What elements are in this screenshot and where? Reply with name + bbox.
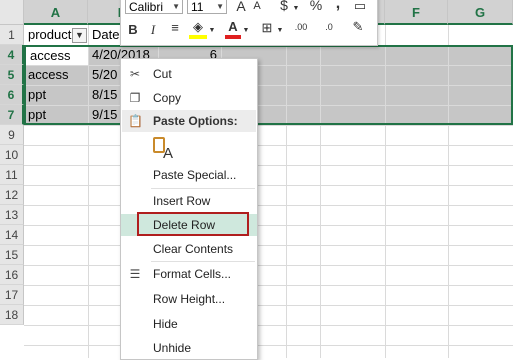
italic-button[interactable]: I [147,22,159,38]
menu-separator [151,261,255,262]
row-header-6[interactable]: 6 [0,85,24,105]
merge-center-icon[interactable]: ▭ [351,0,369,14]
gridline [24,145,513,146]
delete-row-highlight-box [137,212,249,236]
gridline [24,345,513,346]
chevron-down-icon: ▼ [172,2,180,11]
grow-font-button[interactable]: A [233,0,249,14]
menu-item-unhide[interactable]: Unhide [121,337,257,359]
row-header-18[interactable]: 18 [0,305,24,325]
comma-button[interactable]: , [331,0,345,13]
row-header-15[interactable]: 15 [0,245,24,265]
bold-button[interactable]: B [127,22,139,37]
select-all-corner[interactable] [0,0,24,25]
menu-separator [151,188,255,189]
menu-label-copy: Copy [153,91,182,105]
menu-label-clear-contents: Clear Contents [153,242,234,256]
row-header-17[interactable]: 17 [0,285,24,305]
row-header-13[interactable]: 13 [0,205,24,225]
row-header-11[interactable]: 11 [0,165,24,185]
menu-item-clear-contents[interactable]: Clear Contents [121,238,257,260]
gridline [24,185,513,186]
font-size-value: 11 [191,0,204,14]
scissors-icon: ✂ [129,67,141,81]
chevron-down-icon: ▼ [292,5,300,12]
row-header-12[interactable]: 12 [0,185,24,205]
decrease-decimal-button[interactable]: .00 [289,22,313,32]
selection-border [24,45,513,125]
row-header-4[interactable]: 4 [0,45,24,65]
currency-button[interactable]: $ [277,0,291,13]
chevron-down-icon: ▼ [242,27,250,34]
column-header-a[interactable]: A [24,0,88,25]
row-header-7[interactable]: 7 [0,105,24,125]
chevron-down-icon: ▼ [208,27,216,34]
paste-options-label: Paste Options: [153,114,238,128]
gridline [24,225,513,226]
menu-label-row-height: Row Height... [153,292,226,306]
gridline [24,265,513,266]
increase-decimal-button[interactable]: .0 [319,22,339,32]
fill-color-icon[interactable]: ◈ [189,19,207,39]
column-header-g[interactable]: G [448,0,513,25]
mini-toolbar: Calibri ▼ 11 ▼ A A $ ▼ % , ▭ B I ≡ ◈ ▼ A… [120,0,378,46]
menu-item-format-cells[interactable]: ☰ Format Cells... [121,263,257,285]
menu-item-hide[interactable]: Hide [121,313,257,335]
row-header-9[interactable]: 9 [0,125,24,145]
menu-item-insert-row[interactable]: Insert Row [121,190,257,212]
gridline [24,205,513,206]
paste-options-header: 📋 Paste Options: [122,110,256,132]
align-center-icon[interactable]: ≡ [167,20,183,35]
row-header-5[interactable]: 5 [0,65,24,85]
gridline [24,125,513,126]
menu-label-unhide: Unhide [153,341,192,355]
menu-label-cut: Cut [153,67,172,81]
row-header-16[interactable]: 16 [0,265,24,285]
format-cells-icon: ☰ [129,267,141,281]
gridline [24,285,513,286]
paste-icon-letter: A [163,145,174,162]
menu-label-hide: Hide [153,317,178,331]
gridline [24,245,513,246]
menu-label-paste-special: Paste Special... [153,168,237,182]
format-painter-icon[interactable]: ✎ [349,19,367,35]
context-menu: ✂ Cut ❐ Copy 📋 Paste Options: A Paste Sp… [120,58,258,360]
copy-icon: ❐ [129,91,141,105]
gridline [24,325,513,326]
menu-label-insert-row: Insert Row [153,194,211,208]
shrink-font-button[interactable]: A [250,0,264,12]
filter-dropdown-icon[interactable]: ▼ [72,28,87,43]
chevron-down-icon: ▼ [216,2,224,11]
font-color-button[interactable]: A [225,19,241,39]
gridline [24,165,513,166]
menu-item-cut[interactable]: ✂ Cut [121,63,257,85]
row-header-10[interactable]: 10 [0,145,24,165]
font-name-value: Calibri [129,0,164,14]
menu-label-format-cells: Format Cells... [153,267,232,281]
chevron-down-icon: ▼ [276,27,284,34]
font-name-box[interactable]: Calibri ▼ [125,0,183,14]
column-header-f[interactable]: F [385,0,448,25]
row-header-14[interactable]: 14 [0,225,24,245]
menu-item-paste-special[interactable]: Paste Special... [121,164,257,186]
font-size-box[interactable]: 11 ▼ [187,0,227,14]
percent-button[interactable]: % [308,0,324,13]
menu-item-row-height[interactable]: Row Height... [121,288,257,310]
cell-a1[interactable]: product [24,25,72,45]
paste-values-button[interactable]: A [151,135,177,163]
gridline [24,305,513,306]
borders-icon[interactable]: ⊞ [259,20,275,36]
menu-item-copy[interactable]: ❐ Copy [121,87,257,109]
clipboard-icon: 📋 [128,114,143,128]
row-header-1[interactable]: 1 [0,25,24,45]
